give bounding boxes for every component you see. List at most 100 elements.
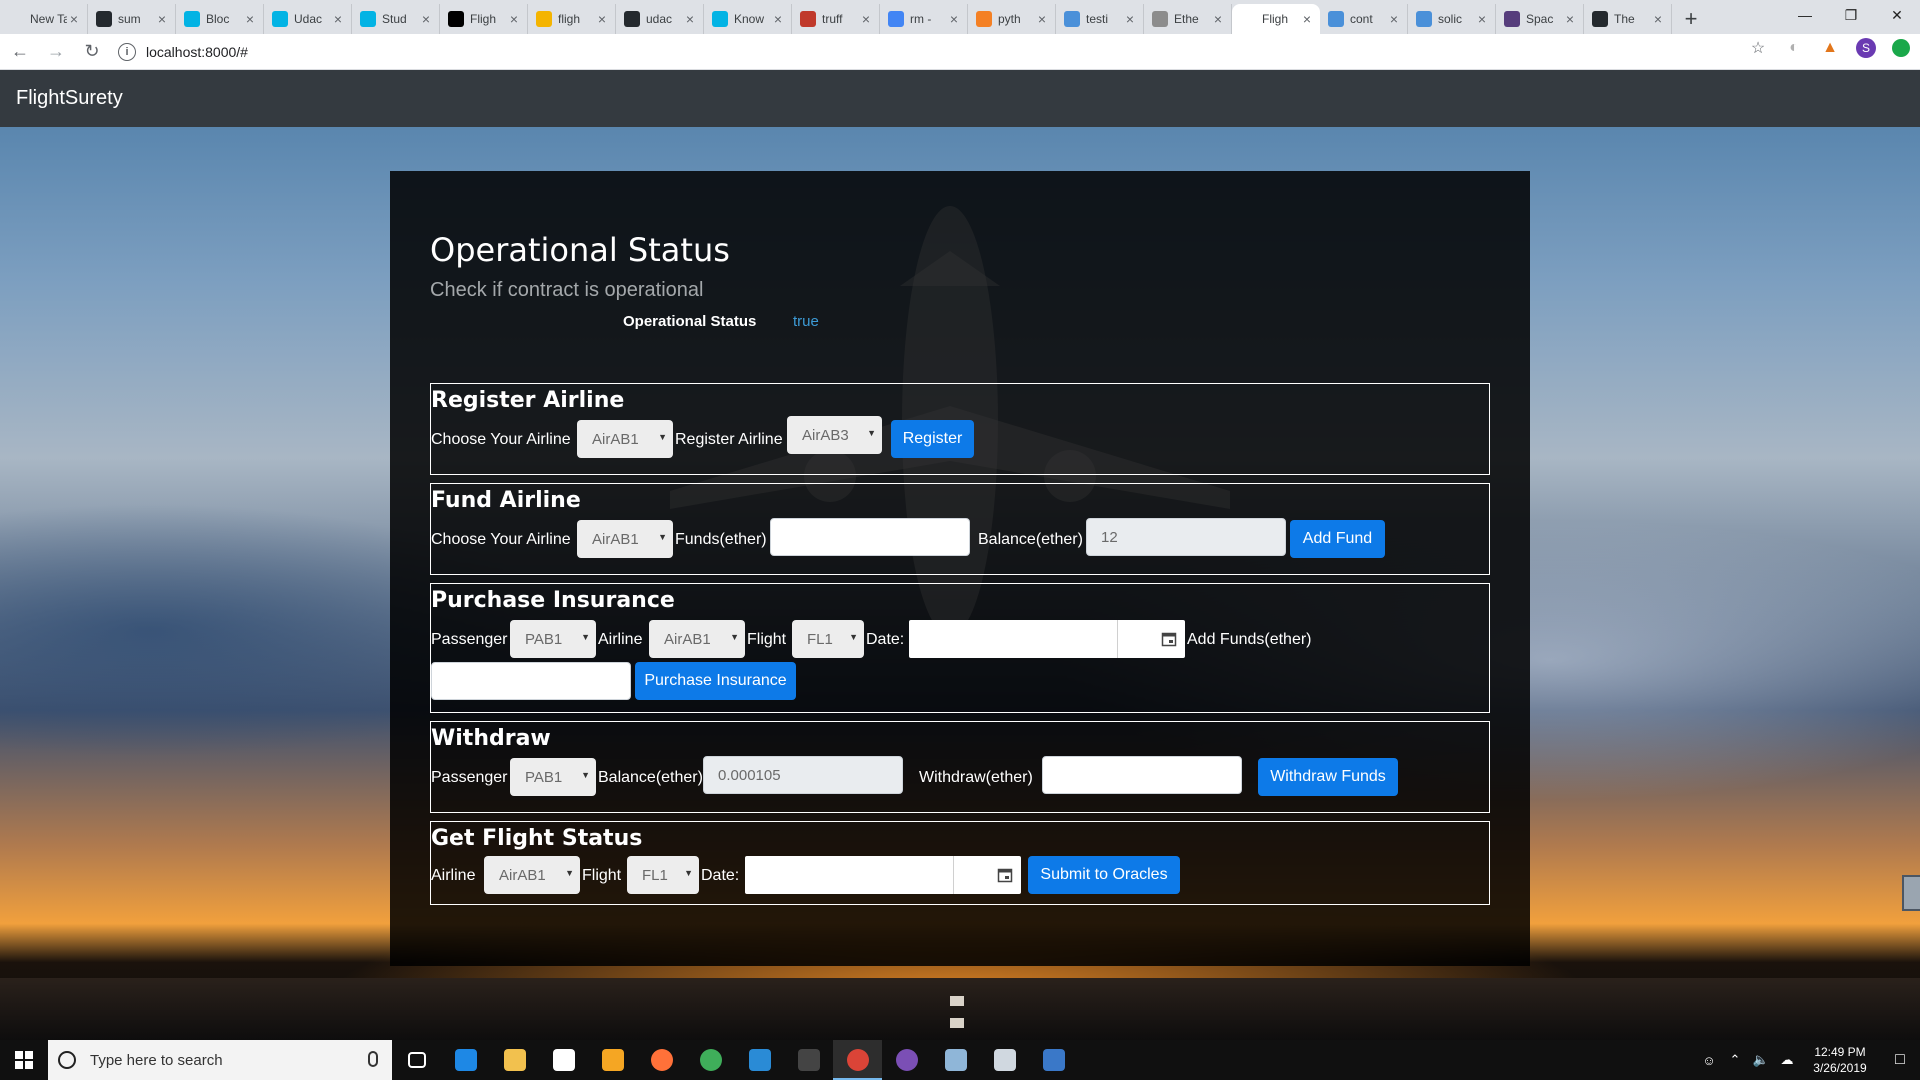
close-tab-icon[interactable]: × [1035, 11, 1049, 27]
browser-tab[interactable]: Udac × [264, 4, 352, 34]
status-airline-select[interactable]: AirAB1 ▼ [484, 856, 580, 894]
close-tab-icon[interactable]: × [155, 11, 169, 27]
media-player-icon[interactable] [588, 1040, 637, 1080]
browser-tab[interactable]: solic × [1408, 4, 1496, 34]
file-explorer-icon[interactable] [490, 1040, 539, 1080]
action-center-icon[interactable]: □ [1880, 1051, 1920, 1069]
calculator-app-icon[interactable] [980, 1040, 1029, 1080]
calendar-icon[interactable] [1117, 620, 1185, 658]
taskbar-search[interactable]: Type here to search [48, 1040, 392, 1080]
site-info-icon[interactable]: i [118, 42, 136, 61]
close-tab-icon[interactable]: × [683, 11, 697, 27]
close-tab-icon[interactable]: × [859, 11, 873, 27]
register-button[interactable]: Register [891, 420, 974, 458]
browser-tab[interactable]: New Tab× [0, 4, 88, 34]
bookmark-star-icon[interactable]: ☆ [1748, 38, 1768, 58]
browser-tab[interactable]: rm - × [880, 4, 968, 34]
close-tab-icon[interactable]: × [1300, 11, 1314, 27]
maximize-icon[interactable]: ❐ [1828, 0, 1874, 30]
profile-avatar[interactable]: S [1856, 38, 1876, 58]
browser-tab[interactable]: Ethe × [1144, 4, 1232, 34]
browser-tab[interactable]: pyth × [968, 4, 1056, 34]
browser-tab[interactable]: cont × [1320, 4, 1408, 34]
remote-desktop-icon[interactable] [1029, 1040, 1078, 1080]
browser-tab[interactable]: Fligh × [440, 4, 528, 34]
close-tab-icon[interactable]: × [947, 11, 961, 27]
back-icon[interactable]: ← [4, 36, 36, 68]
browser-tab[interactable]: Spac × [1496, 4, 1584, 34]
purchase-date-input[interactable] [909, 620, 1185, 658]
globe-app-icon[interactable] [686, 1040, 735, 1080]
close-tab-icon[interactable]: × [771, 11, 785, 27]
purchase-flight-select[interactable]: FL1 ▼ [792, 620, 864, 658]
close-tab-icon[interactable]: × [67, 11, 81, 27]
browser-tab[interactable]: The × [1584, 4, 1672, 34]
fund-choose-airline-select[interactable]: AirAB1 ▼ [577, 520, 673, 558]
withdraw-amount-input[interactable] [1042, 756, 1242, 794]
browser-tab[interactable]: Know × [704, 4, 792, 34]
metamask-fox-icon[interactable]: ▲ [1820, 38, 1840, 58]
vscode-icon-glyph [748, 1049, 771, 1071]
people-icon[interactable]: ☺ [1696, 1053, 1722, 1068]
edge-icon[interactable] [441, 1040, 490, 1080]
minimize-icon[interactable]: — [1782, 0, 1828, 30]
extension-icon[interactable]: ◐ [1784, 38, 1804, 58]
tray-chevron-up-icon[interactable]: ⌃ [1722, 1052, 1748, 1068]
purple-app-icon[interactable] [882, 1040, 931, 1080]
windows-start-icon[interactable] [0, 1040, 48, 1080]
close-tab-icon[interactable]: × [1475, 11, 1489, 27]
taskbar-clock[interactable]: 12:49 PM 3/26/2019 [1800, 1044, 1880, 1076]
status-title: Operational Status [430, 231, 730, 269]
close-tab-icon[interactable]: × [331, 11, 345, 27]
purchase-insurance-button[interactable]: Purchase Insurance [635, 662, 796, 700]
browser-tab[interactable]: sum × [88, 4, 176, 34]
close-tab-icon[interactable]: × [1211, 11, 1225, 27]
register-airline-select[interactable]: AirAB3 ▼ [787, 416, 882, 454]
forward-icon[interactable]: → [40, 36, 72, 68]
chrome-icon[interactable] [833, 1040, 882, 1080]
address-bar[interactable]: i localhost:8000/# [118, 38, 1758, 66]
status-date-input[interactable] [745, 856, 1021, 894]
firefox-icon[interactable] [637, 1040, 686, 1080]
store-icon[interactable] [539, 1040, 588, 1080]
choose-airline-select[interactable]: AirAB1 ▼ [577, 420, 673, 458]
browser-tab[interactable]: truff × [792, 4, 880, 34]
close-tab-icon[interactable]: × [507, 11, 521, 27]
close-tab-icon[interactable]: × [1387, 11, 1401, 27]
purchase-airline-select[interactable]: AirAB1 ▼ [649, 620, 745, 658]
close-tab-icon[interactable]: × [595, 11, 609, 27]
browser-tab[interactable]: testi × [1056, 4, 1144, 34]
vscode-icon[interactable] [735, 1040, 784, 1080]
close-tab-icon[interactable]: × [1123, 11, 1137, 27]
browser-tab[interactable]: Fligh × [1232, 4, 1320, 34]
note-app-icon[interactable] [931, 1040, 980, 1080]
microphone-icon[interactable] [368, 1051, 378, 1067]
browser-tab[interactable]: fligh × [528, 4, 616, 34]
insurance-funds-input[interactable] [431, 662, 631, 700]
browser-tab[interactable]: Bloc × [176, 4, 264, 34]
calendar-icon[interactable] [953, 856, 1021, 894]
volume-icon[interactable]: 🔈 [1748, 1052, 1774, 1068]
browser-tab[interactable]: Stud × [352, 4, 440, 34]
browser-tab[interactable]: udac × [616, 4, 704, 34]
close-tab-icon[interactable]: × [243, 11, 257, 27]
close-tab-icon[interactable]: × [1651, 11, 1665, 27]
withdraw-funds-button[interactable]: Withdraw Funds [1258, 758, 1398, 796]
onedrive-cloud-icon[interactable]: ☁ [1774, 1052, 1800, 1068]
withdraw-passenger-select[interactable]: PAB1 ▼ [510, 758, 596, 796]
passenger-select[interactable]: PAB1 ▼ [510, 620, 596, 658]
close-tab-icon[interactable]: × [1563, 11, 1577, 27]
close-window-icon[interactable]: ✕ [1874, 0, 1920, 30]
new-tab-button[interactable]: + [1676, 4, 1706, 34]
green-extension-icon[interactable] [1892, 39, 1910, 57]
add-fund-button[interactable]: Add Fund [1290, 520, 1385, 558]
status-flight-select[interactable]: FL1 ▼ [627, 856, 699, 894]
reload-icon[interactable]: ↻ [76, 36, 108, 68]
submit-to-oracles-button[interactable]: Submit to Oracles [1028, 856, 1180, 894]
app-brand[interactable]: FlightSurety [16, 87, 123, 110]
task-view-icon[interactable] [392, 1040, 441, 1080]
terminal-icon[interactable] [784, 1040, 833, 1080]
funds-ether-input[interactable] [770, 518, 970, 556]
close-tab-icon[interactable]: × [419, 11, 433, 27]
floating-edge-widget[interactable] [1902, 875, 1920, 911]
